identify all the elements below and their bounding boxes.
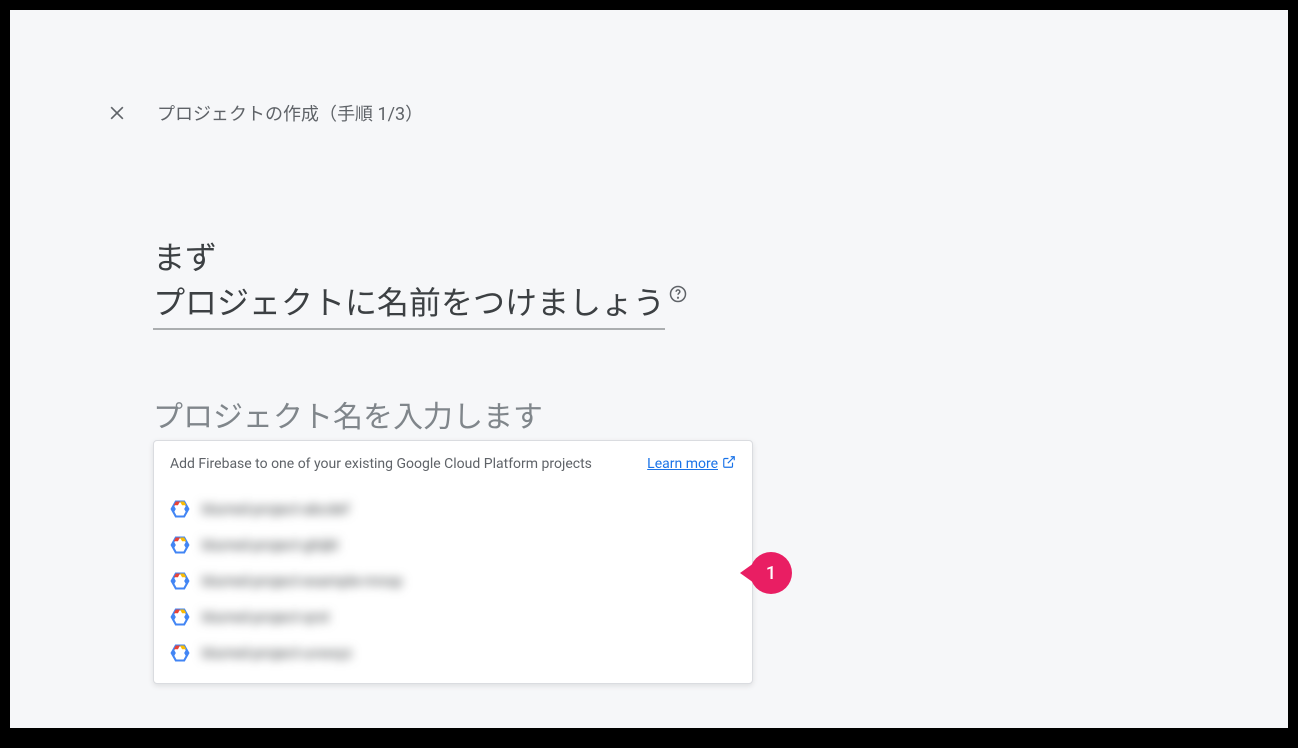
gcp-hexagon-icon (170, 499, 190, 519)
dropdown-hint-text: Add Firebase to one of your existing Goo… (170, 456, 592, 472)
gcp-hexagon-icon (170, 643, 190, 663)
dropdown-header: Add Firebase to one of your existing Goo… (154, 441, 752, 487)
list-item-label: blurred-project-qrst (202, 608, 330, 626)
heading-line2: プロジェクトに名前をつけましょう (153, 281, 665, 330)
list-item[interactable]: blurred-project-abcdef (154, 491, 752, 527)
gcp-hexagon-icon (170, 535, 190, 555)
list-item-label: blurred-project-example-mnop (202, 572, 403, 590)
breadcrumb: プロジェクトの作成（手順 1/3） (157, 100, 423, 126)
list-item[interactable]: blurred-project-ghijkl (154, 527, 752, 563)
list-item-label: blurred-project-abcdef (202, 500, 349, 518)
gcp-hexagon-icon (170, 607, 190, 627)
learn-more-link[interactable]: Learn more (647, 455, 736, 473)
header: プロジェクトの作成（手順 1/3） (10, 10, 1288, 126)
list-item[interactable]: blurred-project-qrst (154, 599, 752, 635)
project-name-label: プロジェクト名を入力します (153, 392, 1288, 436)
project-dropdown: Add Firebase to one of your existing Goo… (153, 440, 753, 684)
close-icon[interactable] (105, 101, 129, 125)
heading-line1: まず (153, 236, 1288, 281)
main-content: まず プロジェクトに名前をつけましょう プロジェクト名を入力します Add Fi… (10, 126, 1288, 684)
external-link-icon (722, 455, 736, 473)
callout-badge: 1 (750, 552, 792, 594)
list-item-label: blurred-project-ghijkl (202, 536, 338, 554)
list-item[interactable]: blurred-project-uvwxyz (154, 635, 752, 671)
list-item-label: blurred-project-uvwxyz (202, 644, 352, 662)
list-item[interactable]: blurred-project-example-mnop (154, 563, 752, 599)
dropdown-list: blurred-project-abcdef blurred-project-g… (154, 487, 752, 683)
gcp-hexagon-icon (170, 571, 190, 591)
learn-more-text: Learn more (647, 456, 718, 472)
callout-number: 1 (766, 563, 776, 584)
help-icon[interactable] (669, 285, 687, 303)
